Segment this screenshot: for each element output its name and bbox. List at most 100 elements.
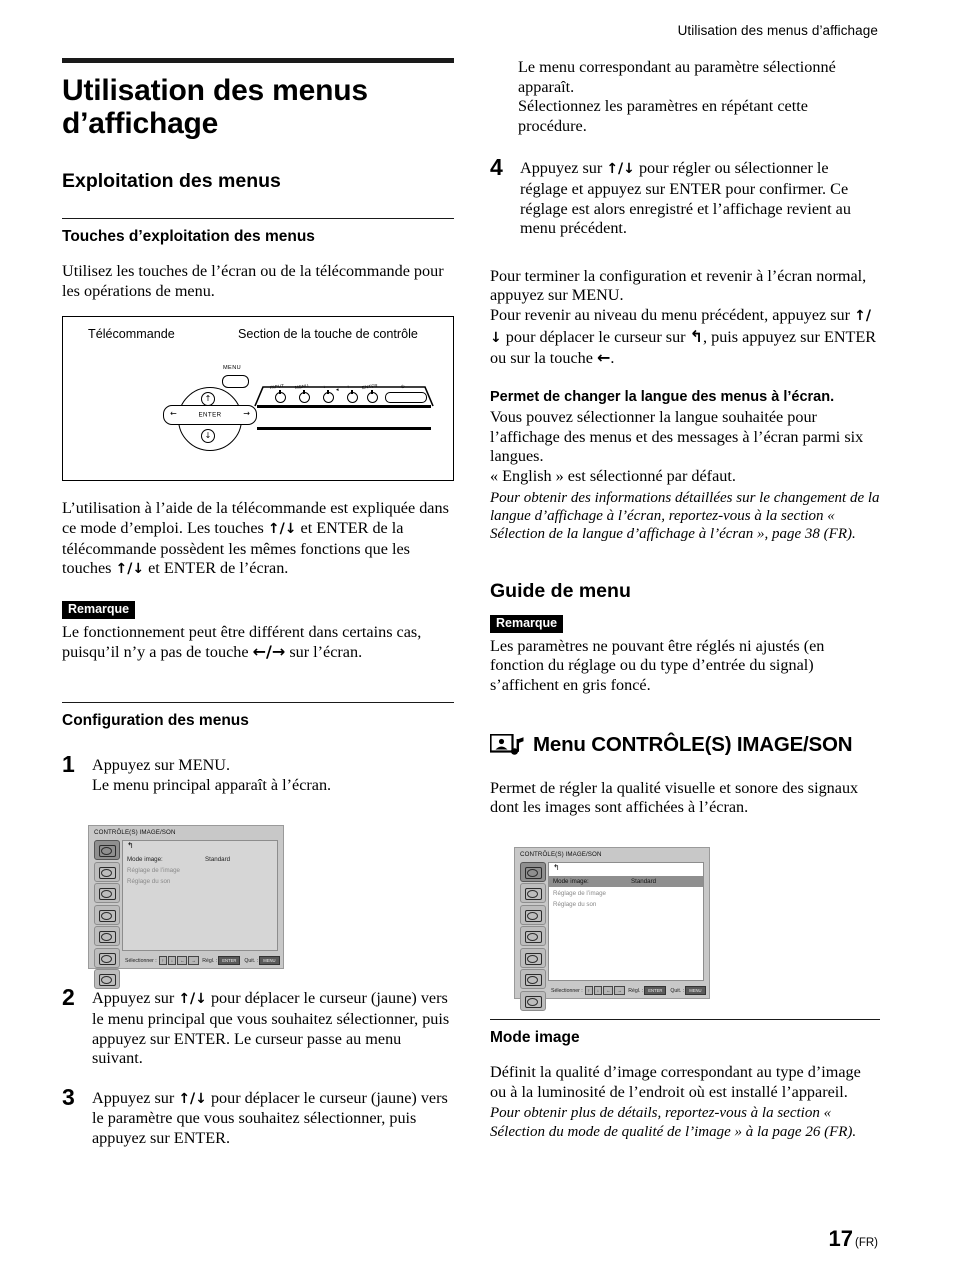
osd1-icon-input bbox=[94, 904, 120, 925]
step-1-number: 1 bbox=[62, 751, 75, 778]
after-steps-b-part2: pour déplacer le curseur sur bbox=[501, 327, 690, 346]
after-steps-left-glyph: ← bbox=[597, 348, 611, 368]
note-badge-right: Remarque bbox=[490, 614, 564, 633]
step-2-text-a: Appuyez sur bbox=[92, 989, 179, 1008]
after-steps-return-glyph: ↰ bbox=[689, 326, 704, 346]
right-column: Le menu correspondant au paramètre sélec… bbox=[489, 58, 880, 1155]
remote-enter-label: ENTER bbox=[198, 411, 222, 419]
page-number: 17 (FR) bbox=[829, 1226, 878, 1252]
language-italic-note: Pour obtenir des informations détaillées… bbox=[490, 489, 880, 543]
page-number-value: 17 bbox=[828, 1226, 853, 1251]
control-power-icon: ⏻ bbox=[400, 384, 406, 390]
step-3-number: 3 bbox=[62, 1083, 75, 1110]
control-section-drawing: INPUT MENU ↓ ◄ ↑ ENTER ⏻ bbox=[253, 375, 435, 435]
osd1-row-reglage-image: Réglage de l’image bbox=[127, 867, 180, 875]
left-column: Utilisation des menus d’affichage Exploi… bbox=[62, 58, 454, 1168]
remote-menu-label: MENU bbox=[223, 365, 242, 372]
note-text-left-b: sur l’écran. bbox=[285, 643, 363, 662]
osd2-row-reglage-image: Réglage de l’image bbox=[553, 889, 606, 897]
osd1-key-right: → bbox=[188, 956, 199, 966]
section-heading-guide: Guide de menu bbox=[490, 579, 631, 602]
subheading-rule-1 bbox=[62, 218, 454, 220]
step-1-text: Appuyez sur MENU. Le menu principal appa… bbox=[92, 756, 332, 794]
osd2-select-label: Sélectionner : bbox=[551, 987, 583, 994]
osd2-icon-picture-sound bbox=[520, 861, 546, 882]
control-power-button bbox=[385, 392, 427, 404]
osd1-row-mode-image-value: Standard bbox=[205, 856, 231, 864]
osd1-icon-options bbox=[94, 969, 120, 990]
control-button-up-label: ↑ bbox=[346, 384, 350, 390]
remote-menu-button-shape bbox=[222, 375, 249, 389]
osd1-icon-setup bbox=[94, 926, 120, 947]
after-steps-paragraph-a: Pour terminer la configuration et reveni… bbox=[490, 266, 867, 305]
language-body: Vous pouvez sélectionner la langue souha… bbox=[490, 408, 864, 485]
osd2-key-right: → bbox=[614, 985, 625, 995]
note-text-left-a: Le fonctionnement peut être différent da… bbox=[62, 622, 422, 662]
mode-image-italic-note: Pour obtenir plus de détails, reportez-v… bbox=[490, 1105, 857, 1140]
illustration-label-remote: Télécommande bbox=[88, 327, 175, 342]
step-4-text: Appuyez sur ↑/↓ pour régler ou sélection… bbox=[520, 159, 880, 238]
osd2-row-reglage-son: Réglage du son bbox=[553, 900, 597, 908]
step-2-number: 2 bbox=[62, 984, 75, 1011]
osd2-key-left: ← bbox=[603, 985, 614, 995]
osd2-row-mode-image-value: Standard bbox=[631, 877, 657, 885]
osd1-status-bar: Sélectionner : ↑ ↓ ← → Régl. : ENTER Quit. :… bbox=[125, 956, 281, 966]
step-2: 2 Appuyez sur ↑/↓ pour déplacer le curse… bbox=[62, 984, 454, 1068]
step-3: 3 Appuyez sur ↑/↓ pour déplacer le curse… bbox=[62, 1084, 454, 1149]
osd2-return-arrow-icon: ↰ bbox=[553, 862, 560, 872]
osd2-adjust-key: ENTER bbox=[644, 985, 667, 995]
picture-sound-menu-icon bbox=[489, 732, 524, 756]
subheading-configuration: Configuration des menus bbox=[62, 712, 249, 730]
osd1-adjust-key: ENTER bbox=[218, 956, 241, 966]
remote-control-drawing: MENU ↑ ↓ ← ENTER → bbox=[163, 365, 263, 455]
remote-enter-bar: ← ENTER → bbox=[163, 405, 257, 426]
osd1-content-pane: ↰ Mode image: Standard Réglage de l’imag… bbox=[122, 840, 278, 952]
step-4-number: 4 bbox=[490, 154, 503, 181]
osd2-icon-options bbox=[520, 990, 546, 1011]
step-4: 4 Appuyez sur ↑/↓ pour régler ou sélecti… bbox=[490, 154, 880, 238]
step-4-arrow-glyph: ↑/↓ bbox=[606, 161, 635, 178]
osd2-row-mode-image-label: Mode image: bbox=[553, 877, 589, 885]
osd2-content-pane: ↰ Mode image: Standard Réglage de l’imag… bbox=[548, 861, 704, 981]
continuation-paragraph: Le menu correspondant au paramètre sélec… bbox=[518, 58, 836, 135]
page-number-suffix: (FR) bbox=[855, 1237, 878, 1249]
language-heading: Permet de changer la langue des menus à … bbox=[490, 388, 835, 405]
menu-section-title: Menu CONTRÔLE(S) IMAGE/SON bbox=[533, 732, 853, 756]
control-panel-edge-line bbox=[257, 405, 431, 408]
osd2-key-up: ↑ bbox=[584, 985, 593, 995]
remote-right-arrow-icon: → bbox=[243, 409, 250, 419]
osd2-icon-screen bbox=[520, 883, 546, 904]
menu-section-body: Permet de régler la qualité visuelle et … bbox=[490, 778, 859, 817]
osd2-icon-column bbox=[520, 861, 546, 1013]
osd2-icon-setup bbox=[520, 947, 546, 968]
osd-screenshot-main-menu: CONTRÔLE(S) IMAGE/SON ↰ Mode image: Stan… bbox=[88, 825, 284, 990]
osd1-icon-picture-sound bbox=[94, 840, 120, 861]
osd2-icon-input bbox=[520, 926, 546, 947]
note-text-left: Le fonctionnement peut être différent da… bbox=[62, 623, 454, 663]
osd1-return-arrow-icon: ↰ bbox=[127, 841, 134, 851]
step-1: 1 Appuyez sur MENU. Le menu principal ap… bbox=[62, 751, 454, 795]
left-right-arrow-glyph: ←/→ bbox=[252, 642, 286, 662]
osd1-row-reglage-son: Réglage du son bbox=[127, 878, 171, 886]
up-down-arrow-glyph-1: ↑/↓ bbox=[267, 520, 297, 537]
mode-image-body: Définit la qualité d’image correspondant… bbox=[490, 1062, 861, 1101]
osd1-icon-timer bbox=[94, 947, 120, 968]
osd2-icon-pip bbox=[520, 904, 546, 925]
osd-screenshot-picture-sound: CONTRÔLE(S) IMAGE/SON ↰ Mode image: Stan… bbox=[514, 846, 710, 1011]
illustration-label-control-section: Section de la touche de contrôle bbox=[238, 327, 418, 342]
step-2-arrow-glyph: ↑/↓ bbox=[178, 991, 207, 1008]
osd1-select-label: Sélectionner : bbox=[125, 958, 157, 965]
osd1-key-left: ← bbox=[177, 956, 188, 966]
step-3-arrow-glyph: ↑/↓ bbox=[178, 1090, 207, 1107]
osd1-row-mode-image-label: Mode image: bbox=[127, 856, 163, 864]
note-badge-left: Remarque bbox=[62, 600, 136, 619]
menu-section-heading: Menu CONTRÔLE(S) IMAGE/SON bbox=[489, 732, 880, 757]
osd2-status-bar: Sélectionner : ↑ ↓ ← → Régl. : ENTER Quit. :… bbox=[551, 985, 707, 995]
guide-note-text: Les paramètres ne pouvant être réglés ni… bbox=[490, 636, 825, 694]
illustration-remote-and-controls: Télécommande Section de la touche de con… bbox=[62, 316, 454, 482]
mode-image-rule bbox=[490, 1018, 880, 1020]
section-heading-exploitation: Exploitation des menus bbox=[62, 170, 281, 192]
after-steps-b-part4: . bbox=[610, 349, 615, 368]
title-rule bbox=[62, 58, 454, 63]
running-head: Utilisation des menus d’affichage bbox=[677, 23, 878, 38]
